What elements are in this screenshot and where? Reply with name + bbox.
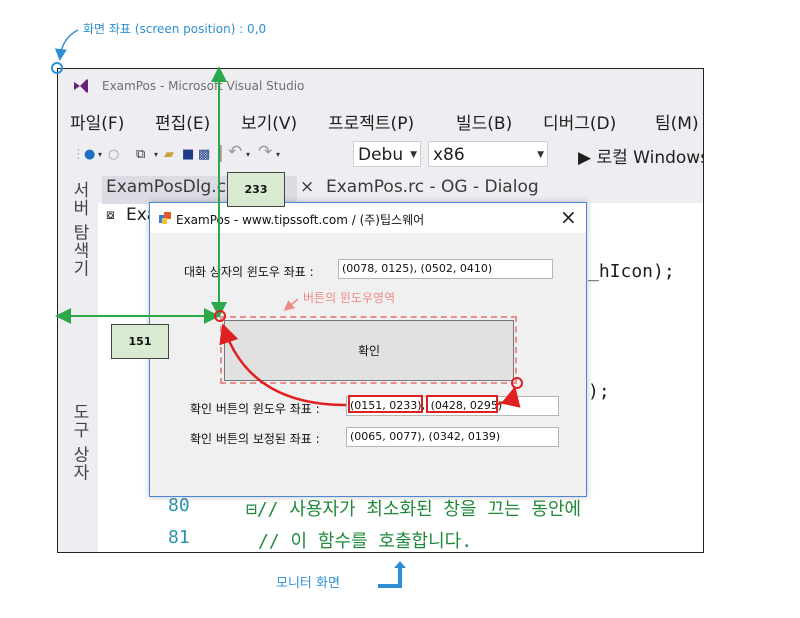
side-tool-tabs: 서버 탐색기 도구 상자: [58, 173, 98, 552]
menu-file[interactable]: 파일(F): [70, 109, 124, 134]
adjusted-coords-field[interactable]: (0065, 0077), (0342, 0139): [346, 427, 559, 447]
back-icon[interactable]: ●: [84, 147, 95, 162]
solution-config-combo[interactable]: Debu ▼: [353, 141, 421, 167]
menu-edit[interactable]: 편집(E): [155, 109, 210, 134]
app-icon: [159, 212, 171, 224]
code-fragment: );: [588, 381, 610, 402]
class-icon: ⧇: [106, 207, 115, 223]
chevron-down-icon: ▼: [410, 150, 417, 160]
forward-icon[interactable]: ○: [108, 147, 119, 162]
close-icon[interactable]: ×: [560, 205, 577, 229]
dialog-window-coords-label: 대화 상자의 윈도우 좌표 :: [184, 265, 314, 279]
dialog-window-coords-field[interactable]: (0078, 0125), (0502, 0410): [338, 259, 553, 279]
menu-view[interactable]: 보기(V): [241, 109, 297, 134]
top-offset-tag: 233: [227, 172, 285, 207]
solution-config-value: Debu: [358, 145, 404, 165]
vs-window-title: ExamPos - Microsoft Visual Studio: [102, 79, 305, 93]
origin-pointer-arrow: [54, 29, 79, 61]
exampos-dialog: ExamPos - www.tipssoft.com / (주)팁스웨어 × 대…: [149, 202, 587, 497]
button-area-label: 버튼의 윈도우영역: [303, 291, 396, 305]
redo-dropdown-icon[interactable]: ▾: [276, 150, 280, 159]
monitor-label: 모니터 화면: [276, 576, 340, 591]
highlight-topleft-box: [348, 395, 423, 413]
code-line: ⊟// 사용자가 최소화된 창을 끄는 동안에: [246, 499, 582, 520]
document-tabs: ExamPosDlg.c × ExamPos.rc - OG - Dialog: [98, 173, 703, 204]
undo-icon[interactable]: ↶: [228, 142, 242, 162]
tab-exampos-rc[interactable]: ExamPos.rc - OG - Dialog: [326, 177, 539, 197]
save-all-icon[interactable]: ▩: [198, 147, 210, 162]
save-icon[interactable]: ■: [182, 147, 194, 162]
toolbar-separator-icon: |: [218, 143, 224, 163]
toolbox-tab[interactable]: 도구 상자: [67, 403, 92, 481]
server-explorer-tab[interactable]: 서버 탐색기: [67, 181, 92, 277]
back-dropdown-icon[interactable]: ▾: [98, 150, 102, 159]
menu-build[interactable]: 빌드(B): [456, 109, 512, 134]
new-project-icon[interactable]: ⧉: [136, 147, 145, 162]
code-fragment: _hIcon);: [588, 261, 675, 282]
vs-titlebar: ExamPos - Microsoft Visual Studio: [58, 69, 703, 103]
code-line: // 이 함수를 호출합니다.: [258, 531, 473, 552]
left-offset-tag: 151: [111, 324, 169, 359]
monitor-pointer-icon: [378, 561, 406, 588]
tab-exampos-dlg[interactable]: ExamPosDlg.c: [106, 177, 226, 197]
platform-value: x86: [433, 145, 465, 165]
dialog-titlebar[interactable]: ExamPos - www.tipssoft.com / (주)팁스웨어 ×: [150, 203, 586, 233]
visual-studio-logo-icon: [74, 79, 88, 93]
undo-dropdown-icon[interactable]: ▾: [246, 150, 250, 159]
menu-debug[interactable]: 디버그(D): [543, 109, 616, 134]
run-local-windows-button[interactable]: ▶ 로컬 Windows: [578, 143, 703, 168]
line-number: 81: [168, 527, 190, 548]
line-number: 80: [168, 495, 190, 516]
vs-menubar: 파일(F) 편집(E) 보기(V) 프로젝트(P) 빌드(B) 디버그(D) 팀…: [58, 103, 703, 137]
chevron-down-icon: ▼: [537, 150, 544, 160]
menu-team[interactable]: 팀(M): [655, 109, 699, 134]
new-project-dropdown-icon[interactable]: ▾: [154, 150, 158, 159]
button-window-coords-label: 확인 버튼의 윈도우 좌표 :: [190, 402, 320, 416]
dialog-title: ExamPos - www.tipssoft.com / (주)팁스웨어: [176, 213, 425, 227]
close-icon[interactable]: ×: [300, 177, 314, 197]
platform-combo[interactable]: x86 ▼: [428, 141, 548, 167]
highlight-bottomright-box: [426, 395, 498, 413]
menu-project[interactable]: 프로젝트(P): [328, 109, 414, 134]
vs-toolbar: ⋮ ● ▾ ○ ⧉ ▾ ▰ ■ ▩ | ↶ ▾ ↷ ▾ Debu ▼ x86 ▼…: [58, 137, 703, 173]
ok-button[interactable]: 확인: [224, 320, 514, 381]
screen-origin-label: 화면 좌표 (screen position) : 0,0: [83, 22, 267, 36]
adjusted-coords-label: 확인 버튼의 보정된 좌표 :: [190, 432, 320, 446]
open-file-icon[interactable]: ▰: [164, 147, 174, 162]
redo-icon[interactable]: ↷: [258, 142, 272, 162]
